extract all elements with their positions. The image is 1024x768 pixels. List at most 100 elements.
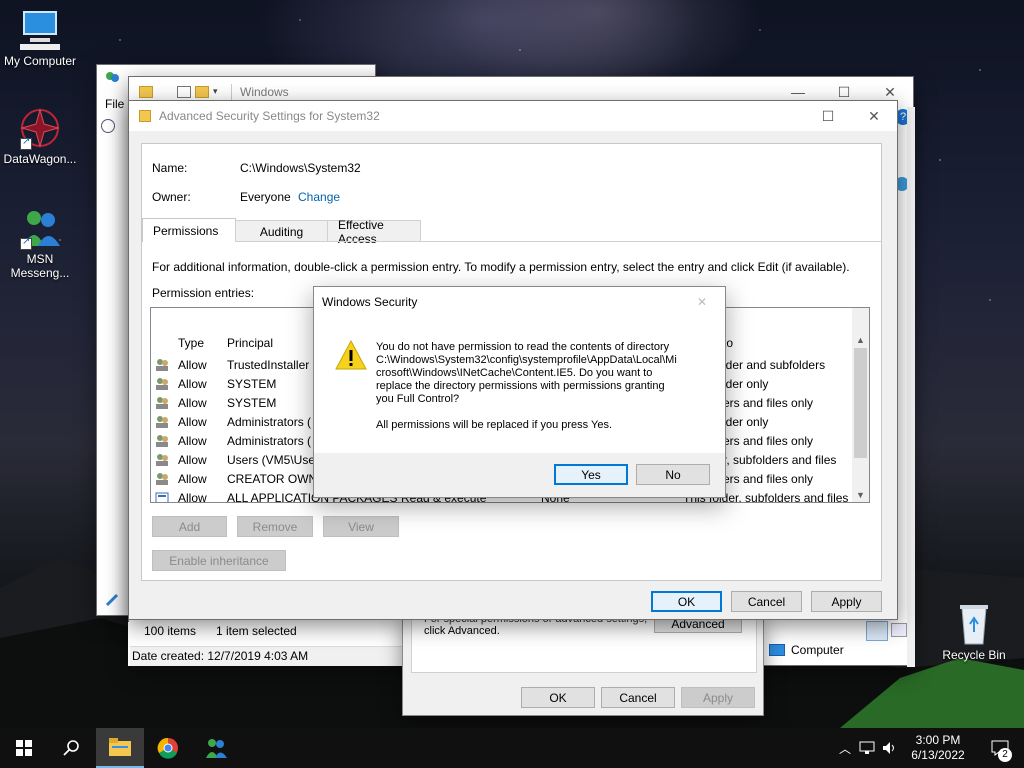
warning-icon xyxy=(334,339,368,371)
users-icon xyxy=(155,396,169,410)
properties-dialog: For special permissions or advanced sett… xyxy=(402,613,764,716)
row-type: Allow xyxy=(178,358,207,372)
desktop-icon-msn-messenger[interactable]: MSN Messeng... xyxy=(0,206,80,280)
users-icon xyxy=(155,434,169,448)
maximize-button[interactable]: ☐ xyxy=(805,101,851,131)
clock-time: 3:00 PM xyxy=(915,733,961,747)
folder-icon xyxy=(139,86,153,98)
close-button[interactable]: ✕ xyxy=(851,101,897,131)
dialog-title: Windows Security xyxy=(322,295,418,309)
back-icon[interactable] xyxy=(101,119,115,133)
shortcut-arrow-icon xyxy=(20,136,32,150)
properties-ok-button[interactable]: OK xyxy=(521,687,595,708)
name-value: C:\Windows\System32 xyxy=(240,161,361,175)
row-applies-to: r, subfolders and files xyxy=(723,453,837,467)
row-principal: SYSTEM xyxy=(227,396,277,410)
start-button[interactable] xyxy=(0,728,48,768)
desktop-icon-recycle-bin[interactable]: Recycle Bin xyxy=(934,602,1014,662)
row-type: Allow xyxy=(178,396,207,410)
datawagon-icon xyxy=(16,106,64,150)
desktop-icon-label: DataWagon... xyxy=(3,152,77,166)
column-header-principal[interactable]: Principal xyxy=(227,336,273,350)
file-explorer-icon xyxy=(109,738,131,756)
folder-icon xyxy=(139,110,151,122)
file-menu[interactable]: File xyxy=(105,97,124,111)
row-type: Allow xyxy=(178,415,207,429)
scroll-down-icon[interactable]: ▼ xyxy=(852,487,869,502)
large-icons-view-icon[interactable] xyxy=(891,623,907,637)
apply-button[interactable]: Apply xyxy=(811,591,882,612)
yes-button[interactable]: Yes xyxy=(554,464,628,485)
properties-info-box: For special permissions or advanced sett… xyxy=(411,613,757,673)
row-type: Allow xyxy=(178,377,207,391)
status-item-count: 100 items xyxy=(144,624,197,638)
no-button[interactable]: No xyxy=(636,464,710,485)
column-header-type[interactable]: Type xyxy=(178,336,204,350)
advanced-titlebar: Advanced Security Settings for System32 … xyxy=(129,101,897,131)
add-button[interactable]: Add xyxy=(152,516,227,537)
row-principal: Administrators ( xyxy=(227,434,312,448)
cancel-button[interactable]: Cancel xyxy=(731,591,802,612)
new-folder-icon[interactable] xyxy=(195,86,209,98)
clock[interactable]: 3:00 PM 6/13/2022 xyxy=(900,733,976,763)
desktop-icon-datawagon[interactable]: DataWagon... xyxy=(0,106,80,166)
clock-date: 6/13/2022 xyxy=(911,748,965,762)
desktop-icon-label: MSN Messeng... xyxy=(10,252,70,280)
recycle-bin-icon xyxy=(950,602,998,646)
app-icon xyxy=(105,71,119,85)
taskbar: ︿ 3:00 PM 6/13/2022 2 xyxy=(0,728,1024,768)
desktop-icon-my-computer[interactable]: My Computer xyxy=(0,8,80,68)
view-button[interactable]: View xyxy=(323,516,399,537)
taskbar-msn-messenger[interactable] xyxy=(192,728,240,768)
chevron-up-icon[interactable]: ︿ xyxy=(834,740,856,757)
row-principal: CREATOR OWNE xyxy=(227,472,326,486)
chrome-icon xyxy=(157,737,178,759)
explorer-scrollbar[interactable] xyxy=(907,107,915,667)
click-advanced-text: click Advanced. xyxy=(424,625,500,637)
tab-auditing[interactable]: Auditing xyxy=(235,220,328,242)
users-icon xyxy=(155,415,169,429)
ok-button[interactable]: OK xyxy=(651,591,722,612)
action-center-button[interactable]: 2 xyxy=(976,728,1024,768)
info-text: For additional information, double-click… xyxy=(152,260,850,274)
dialog-message: You do not have permission to read the c… xyxy=(376,341,706,406)
row-applies-to: lder only xyxy=(723,377,769,391)
search-button[interactable] xyxy=(48,728,96,768)
package-icon xyxy=(155,491,169,502)
row-type: Allow xyxy=(178,434,207,448)
desktop-icon-label: Recycle Bin xyxy=(942,648,1006,662)
row-principal: Users (VM5\User xyxy=(227,453,320,467)
tab-permissions[interactable]: Permissions xyxy=(142,218,236,242)
users-icon xyxy=(155,358,169,372)
close-button[interactable]: ✕ xyxy=(679,287,725,317)
taskbar-file-explorer[interactable] xyxy=(96,728,144,768)
app-icon-small xyxy=(105,593,119,607)
computer-icon xyxy=(16,8,64,52)
scroll-thumb[interactable] xyxy=(854,348,867,458)
volume-icon[interactable] xyxy=(878,741,900,755)
list-scrollbar[interactable]: ▲ ▼ xyxy=(852,308,869,502)
enable-inheritance-button[interactable]: Enable inheritance xyxy=(152,550,286,571)
taskbar-chrome[interactable] xyxy=(144,728,192,768)
properties-cancel-button[interactable]: Cancel xyxy=(601,687,675,708)
properties-apply-button[interactable]: Apply xyxy=(681,687,755,708)
properties-icon[interactable] xyxy=(177,86,191,98)
details-view-icon[interactable] xyxy=(866,621,888,641)
tab-strip: Permissions Auditing Effective Access xyxy=(142,218,421,246)
name-label: Name: xyxy=(152,161,188,175)
dialog-note: All permissions will be replaced if you … xyxy=(376,419,613,431)
row-applies-to: ers and files only xyxy=(723,472,814,486)
chevron-down-icon[interactable]: ▾ xyxy=(213,86,223,98)
windows-security-dialog: Windows Security ✕ You do not have permi… xyxy=(313,286,726,498)
tab-effective-access[interactable]: Effective Access xyxy=(327,218,421,246)
scroll-up-icon[interactable]: ▲ xyxy=(852,332,869,349)
desktop-icon-label: My Computer xyxy=(3,54,77,68)
row-applies-to: lder and subfolders xyxy=(723,358,826,372)
remove-button[interactable]: Remove xyxy=(237,516,313,537)
change-owner-link[interactable]: Change xyxy=(298,190,340,204)
users-icon xyxy=(155,453,169,467)
notification-count-badge: 2 xyxy=(998,748,1012,762)
row-applies-to: ers and files only xyxy=(723,434,814,448)
nav-pane-computer[interactable]: Computer xyxy=(769,643,844,657)
network-icon[interactable] xyxy=(856,741,878,755)
